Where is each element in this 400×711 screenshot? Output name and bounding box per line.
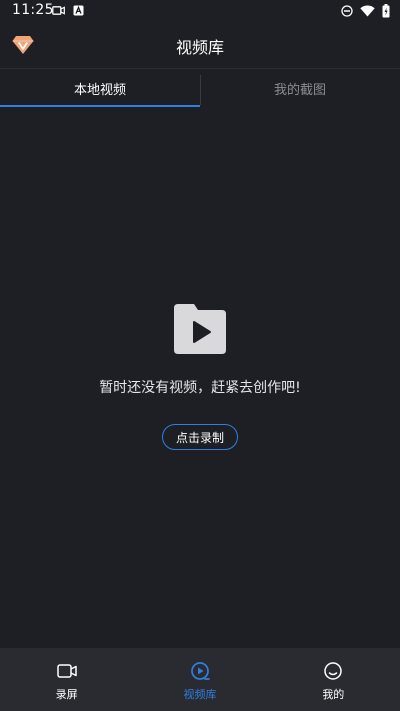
keyboard-status-icon (73, 5, 84, 16)
bottom-navigation: 录屏 视频库 我的 (0, 648, 400, 711)
tab-divider (200, 75, 201, 105)
battery-icon (382, 4, 390, 18)
video-library-screen: 11:25 视频库 本地视频 我的截图 暂时还没有视频，赶紧去创作吧! 点击录制… (0, 0, 400, 711)
do-not-disturb-icon (341, 5, 353, 17)
nav-label-profile: 我的 (322, 688, 345, 701)
status-right-icons (341, 4, 390, 18)
status-bar: 11:25 (0, 0, 400, 22)
nav-label-record: 录屏 (55, 688, 78, 701)
status-time: 11:25 (12, 2, 54, 18)
nav-item-video-library[interactable]: 视频库 (133, 648, 266, 711)
status-left-icons (52, 5, 84, 16)
nav-label-video-library: 视频库 (183, 688, 217, 701)
nav-item-record[interactable]: 录屏 (0, 648, 133, 711)
video-folder-icon (174, 304, 226, 354)
camera-status-icon (52, 6, 65, 15)
tab-my-screenshots[interactable]: 我的截图 (200, 69, 400, 107)
empty-state-message: 暂时还没有视频，赶紧去创作吧! (99, 380, 301, 396)
wifi-icon (360, 5, 375, 17)
profile-icon (324, 662, 343, 680)
tab-local-videos[interactable]: 本地视频 (0, 69, 200, 107)
video-library-icon (191, 662, 210, 680)
nav-item-profile[interactable]: 我的 (267, 648, 400, 711)
page-title: 视频库 (175, 38, 224, 57)
start-recording-button[interactable]: 点击录制 (162, 424, 238, 450)
app-header: 视频库 (0, 22, 400, 68)
video-camera-icon (56, 664, 77, 678)
